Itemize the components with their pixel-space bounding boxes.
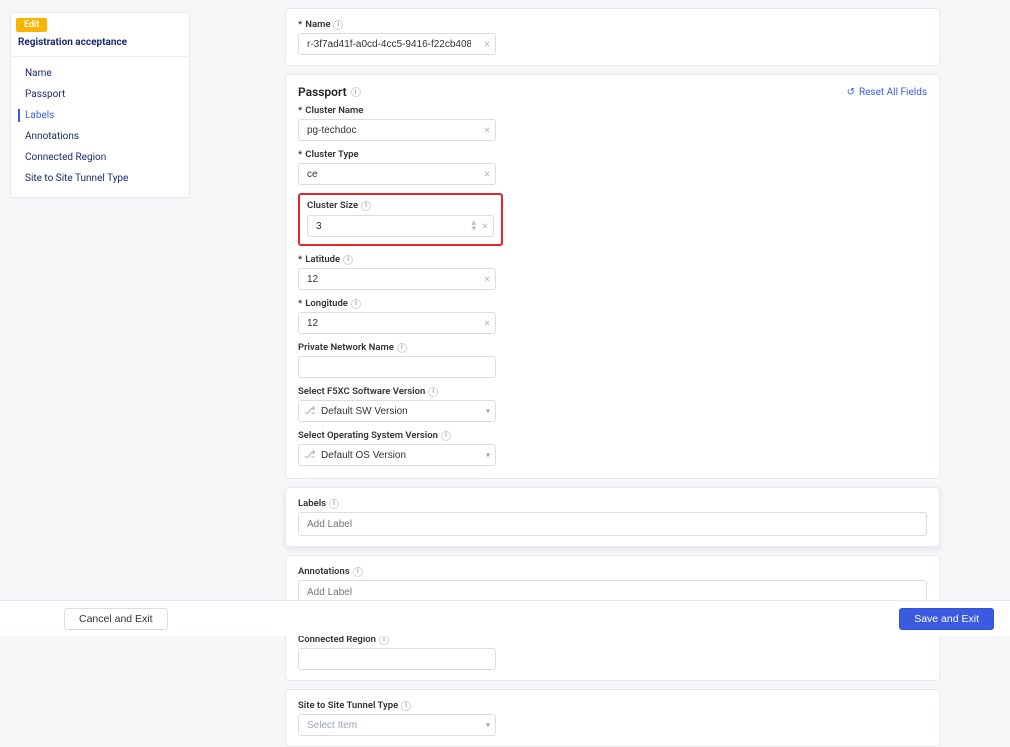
info-icon: i — [441, 431, 451, 441]
cancel-button[interactable]: Cancel and Exit — [64, 608, 168, 630]
chevron-down-icon[interactable]: ▾ — [486, 721, 490, 730]
labels-title: Labels i — [298, 498, 927, 509]
branch-icon: ⎇ — [304, 406, 316, 417]
info-icon: i — [361, 201, 371, 211]
info-icon: i — [401, 701, 411, 711]
sidebar-title: Registration acceptance — [11, 35, 189, 57]
sidebar-item-passport[interactable]: Passport — [11, 84, 189, 105]
sidebar-item-name[interactable]: Name — [11, 63, 189, 84]
clear-icon[interactable]: × — [484, 168, 490, 181]
reset-all-fields-link[interactable]: ↺ Reset All Fields — [847, 87, 927, 98]
os-version-label: Select Operating System Version i — [298, 430, 927, 441]
cluster-size-highlight: Cluster Size i ▴▾ × — [298, 193, 503, 246]
footer-bar: Cancel and Exit Save and Exit — [0, 600, 1010, 636]
info-icon: i — [351, 87, 361, 97]
sidebar-item-labels[interactable]: Labels — [11, 105, 189, 126]
connected-region-input[interactable] — [298, 648, 496, 670]
private-network-name-label: Private Network Name i — [298, 342, 927, 353]
sidebar-nav: Name Passport Labels Annotations Connect… — [11, 57, 189, 197]
save-button[interactable]: Save and Exit — [899, 608, 994, 630]
sidebar-item-site-tunnel[interactable]: Site to Site Tunnel Type — [11, 168, 189, 189]
sidebar: Edit Registration acceptance Name Passpo… — [10, 12, 190, 198]
clear-icon[interactable]: × — [484, 317, 490, 330]
clear-icon[interactable]: × — [484, 124, 490, 137]
info-icon: i — [343, 255, 353, 265]
software-version-select[interactable] — [298, 400, 496, 422]
name-label: Name i — [298, 19, 927, 30]
cluster-type-label: Cluster Type — [298, 149, 927, 160]
chevron-down-icon[interactable]: ▾ — [486, 451, 490, 460]
labels-card: Labels i — [285, 487, 940, 547]
cluster-name-input[interactable] — [298, 119, 496, 141]
info-icon: i — [351, 299, 361, 309]
annotations-title: Annotations i — [298, 566, 927, 577]
edit-badge: Edit — [16, 18, 47, 32]
clear-icon[interactable]: × — [484, 38, 490, 51]
passport-card: Passport i ↺ Reset All Fields Cluster Na… — [285, 74, 940, 479]
cluster-type-input[interactable] — [298, 163, 496, 185]
info-icon: i — [428, 387, 438, 397]
sidebar-item-connected-region[interactable]: Connected Region — [11, 147, 189, 168]
cluster-name-label: Cluster Name — [298, 105, 927, 116]
longitude-label: Longitude i — [298, 298, 927, 309]
clear-icon[interactable]: × — [484, 273, 490, 286]
name-input[interactable] — [298, 33, 496, 55]
info-icon: i — [333, 20, 343, 30]
clear-icon[interactable]: × — [482, 220, 488, 233]
labels-add-input[interactable] — [298, 512, 927, 536]
site-tunnel-title: Site to Site Tunnel Type i — [298, 700, 927, 711]
chevron-down-icon[interactable]: ▾ — [486, 407, 490, 416]
main-content: Name i × Passport i ↺ Reset All Fields C… — [285, 8, 940, 596]
name-card: Name i × — [285, 8, 940, 66]
info-icon: i — [329, 499, 339, 509]
cluster-size-label: Cluster Size i — [307, 200, 494, 211]
longitude-input[interactable] — [298, 312, 496, 334]
site-tunnel-card: Site to Site Tunnel Type i ▾ — [285, 689, 940, 747]
os-version-select[interactable] — [298, 444, 496, 466]
info-icon: i — [397, 343, 407, 353]
latitude-input[interactable] — [298, 268, 496, 290]
info-icon: i — [353, 567, 363, 577]
passport-section-title: Passport i — [298, 85, 361, 99]
branch-icon: ⎇ — [304, 450, 316, 461]
software-version-label: Select F5XC Software Version i — [298, 386, 927, 397]
latitude-label: Latitude i — [298, 254, 927, 265]
stepper-icon[interactable]: ▴▾ — [471, 220, 476, 232]
private-network-name-input[interactable] — [298, 356, 496, 378]
reset-icon: ↺ — [847, 87, 855, 98]
cluster-size-input[interactable] — [307, 215, 494, 237]
site-tunnel-select[interactable] — [298, 714, 496, 736]
info-icon: i — [379, 635, 389, 645]
sidebar-item-annotations[interactable]: Annotations — [11, 126, 189, 147]
